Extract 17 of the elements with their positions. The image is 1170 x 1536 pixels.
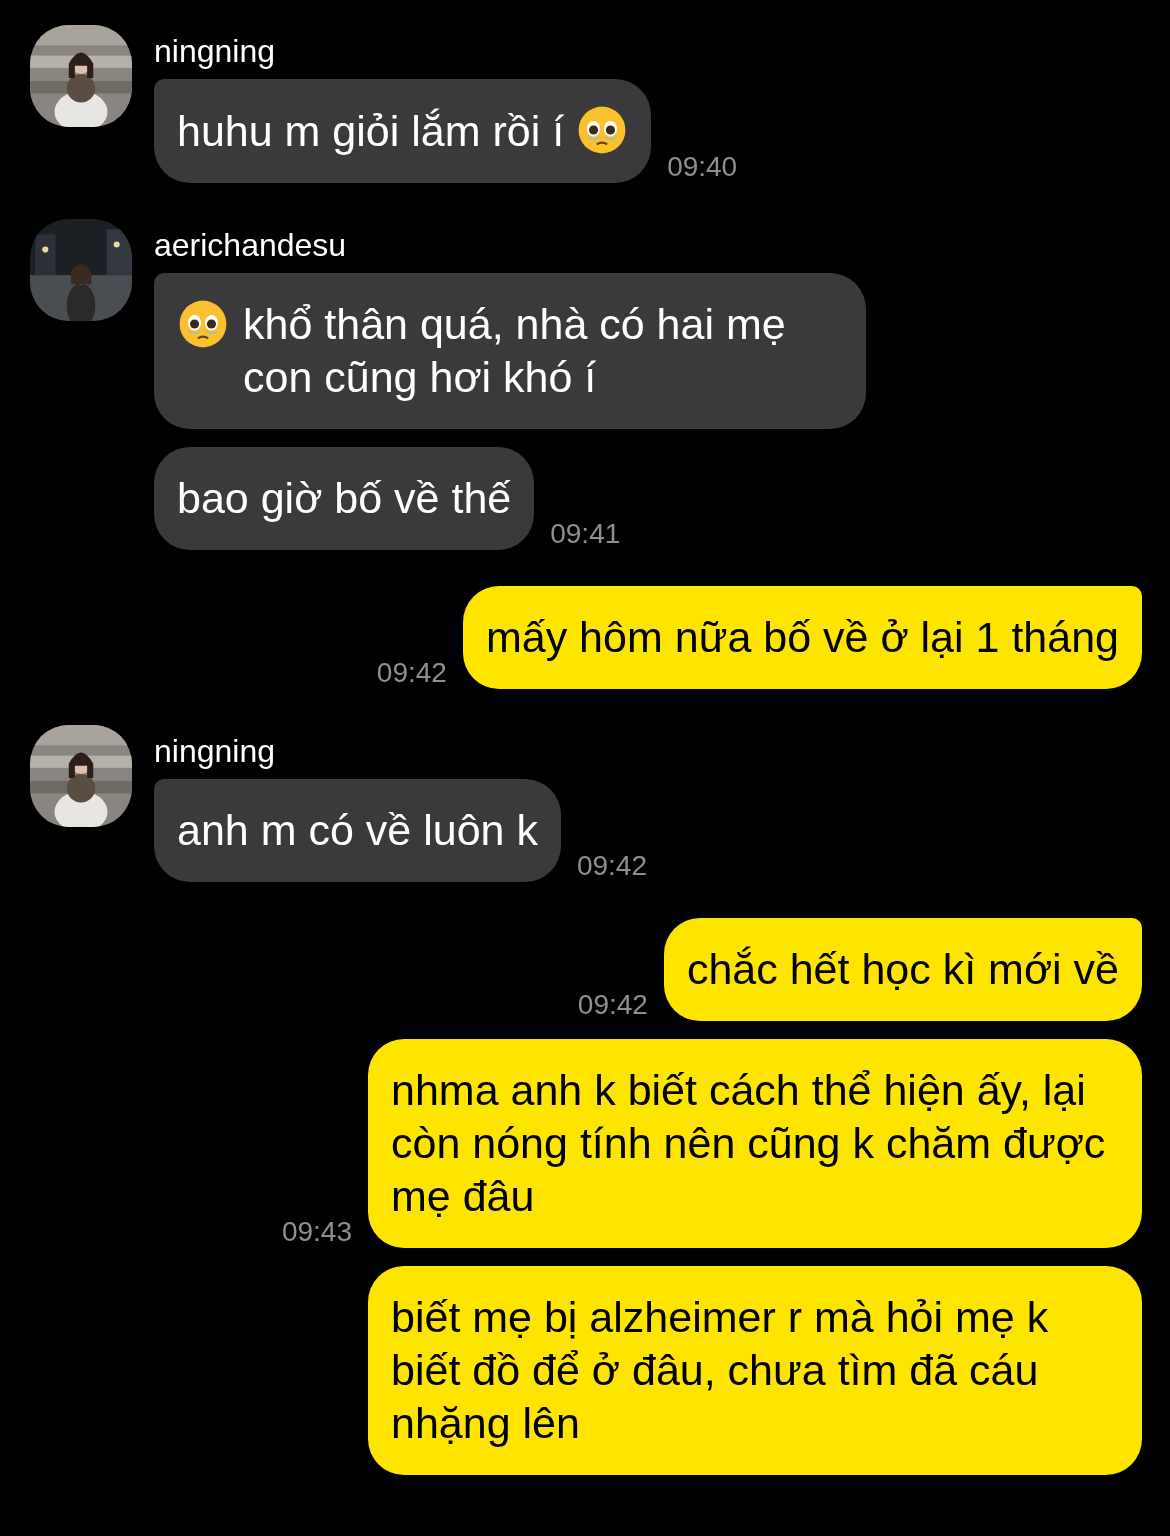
sender-name: ningning	[154, 735, 275, 767]
message-time: 09:42	[577, 991, 648, 1021]
sender-name: aerichandesu	[154, 229, 347, 261]
message-text: nhma anh k biết cách thể hiện ấy, lại còn nóng tính nên cũng k chăm được mẹ đâu	[391, 1066, 1106, 1220]
message-text: chắc hết học kì mới về	[686, 945, 1119, 993]
message-time: 09:43	[281, 1218, 352, 1248]
message-text: khổ thân quá, nhà có hai mẹ con cũng hơi khó í	[243, 299, 787, 403]
message-text: mấy hôm nữa bố về ở lại 1 tháng	[485, 613, 1119, 661]
message-text: bao giờ bố về thế	[177, 474, 512, 522]
message-time: 09:41	[550, 520, 621, 550]
message-time: 09:42	[376, 659, 447, 689]
message-time: 09:40	[667, 153, 738, 183]
message-text: biết mẹ bị alzheimer r mà hỏi mẹ k biết đồ để ở đâu, chưa tìm đã cáu nhặng lên	[391, 1293, 1049, 1447]
message-text: huhu m giỏi lắm rồi í	[177, 107, 565, 155]
message-text: anh m có về luôn k	[177, 806, 538, 854]
sender-name: ningning	[154, 35, 275, 67]
message-time: 09:42	[576, 852, 647, 882]
